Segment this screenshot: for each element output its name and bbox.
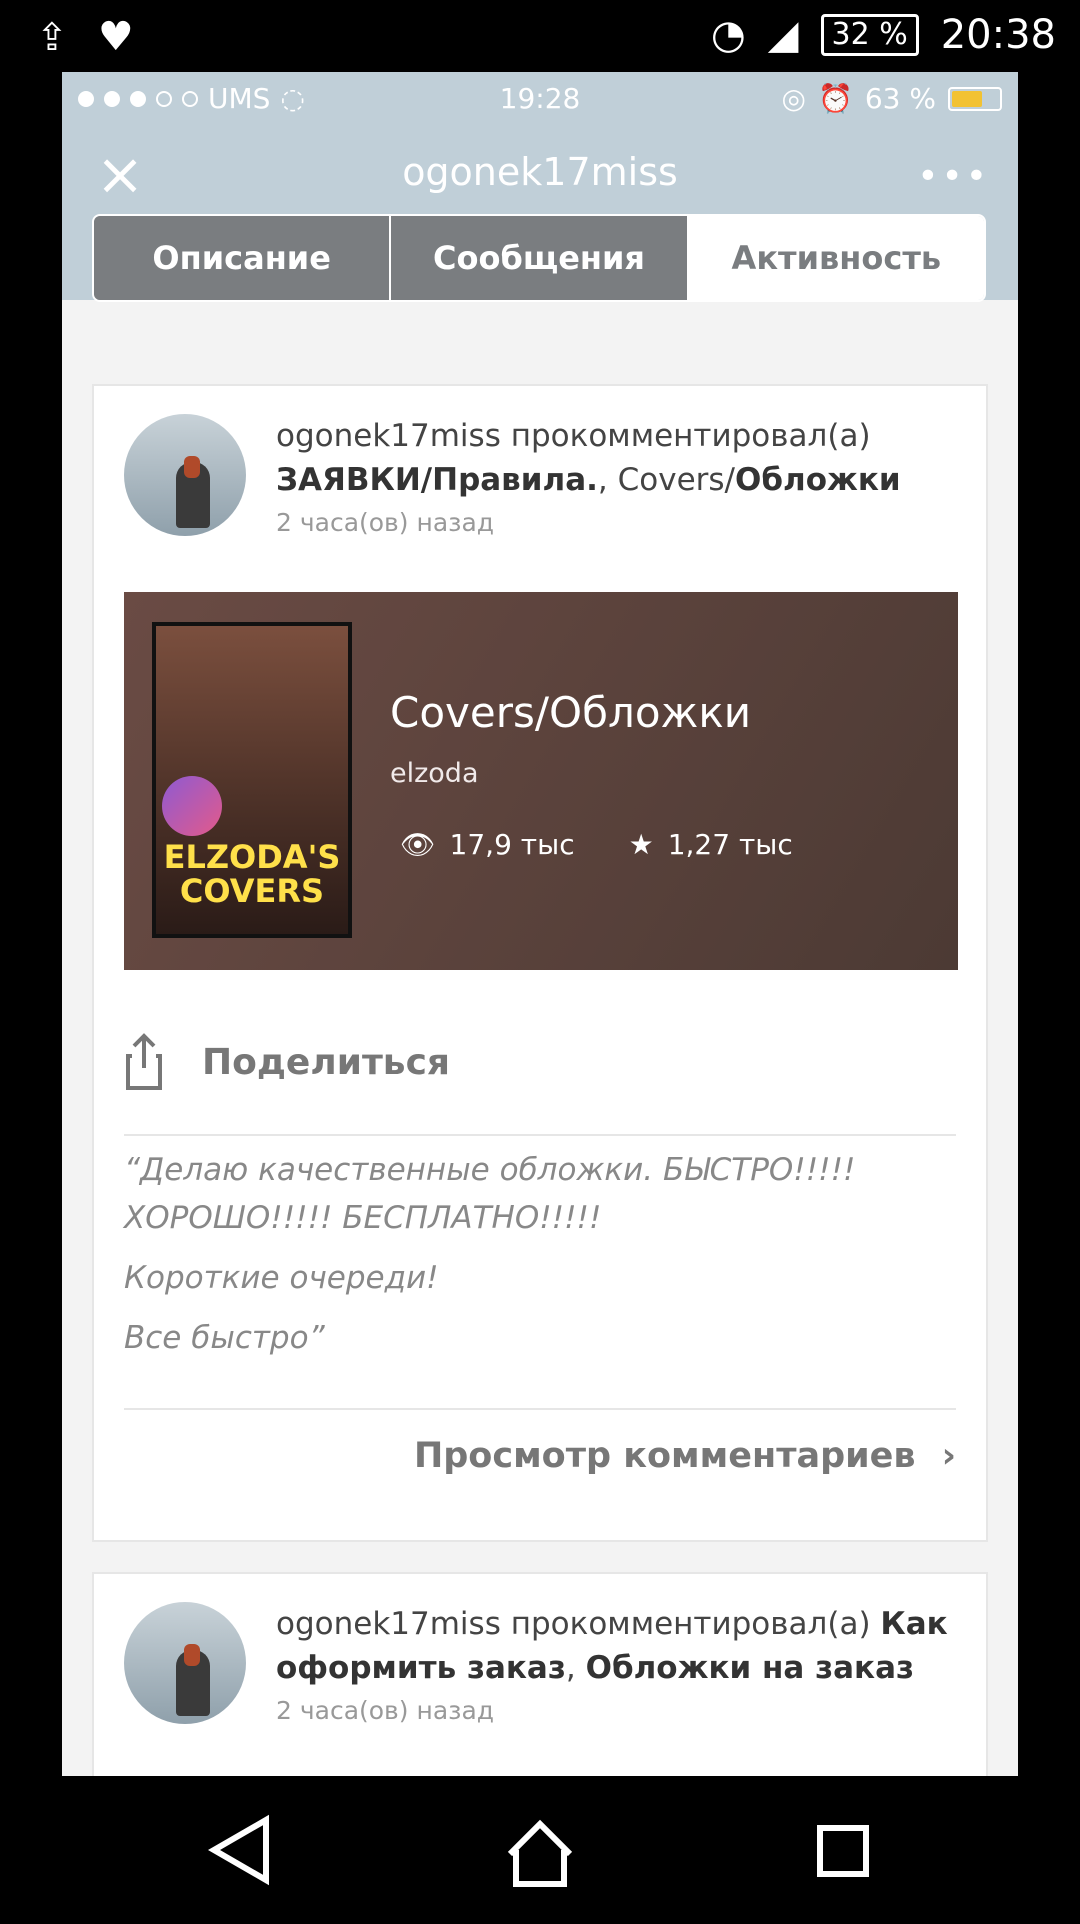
battery-percent: 63 % [864, 82, 936, 115]
activity-text: ogonek17miss прокомментировал(а) Как офо… [276, 1602, 956, 1690]
divider [124, 1408, 956, 1410]
votes-count: 1,27 тыс [667, 828, 793, 861]
activity-text: ogonek17miss прокомментировал(а) ЗАЯВКИ/… [276, 414, 956, 502]
wifi-icon: ◔ [710, 12, 746, 58]
home-icon[interactable] [507, 1819, 573, 1887]
more-options-icon[interactable]: ••• [917, 156, 990, 197]
activity-action: прокомментировал(а) [510, 418, 871, 454]
tab-bar: Описание Сообщения Активность [92, 214, 986, 302]
share-label: Поделиться [202, 1041, 451, 1083]
profile-header: × ogonek17miss ••• Описание Сообщения Ак… [62, 124, 1018, 302]
award-badge-icon [162, 776, 222, 836]
divider [124, 1134, 956, 1136]
quote-line: Короткие очереди! [124, 1260, 439, 1296]
view-comments-button[interactable]: Просмотр комментариев › [414, 1436, 956, 1476]
battery-icon [948, 86, 1002, 111]
story-cover[interactable]: ELZODA'S COVERS [152, 622, 352, 938]
tab-description[interactable]: Описание [94, 216, 392, 300]
story-preview[interactable]: ELZODA'S COVERS Covers/Обложки elzoda 👁 1… [124, 592, 958, 970]
timestamp: 2 часа(ов) назад [276, 508, 495, 537]
user-name[interactable]: ogonek17miss [276, 418, 501, 454]
activity-card: ogonek17miss прокомментировал(а) ЗАЯВКИ/… [92, 384, 988, 1542]
app-screenshot: UMS ◌ 19:28 ◎ ⏰ 63 % × ogonek17miss ••• … [62, 72, 1018, 1776]
star-icon: ★ [628, 828, 654, 861]
rotation-lock-icon: ◎ [781, 82, 806, 115]
android-status-bar: ⇪ ♥ ◔ ◢ 32 % 20:38 [0, 0, 1080, 72]
tab-activity[interactable]: Активность [688, 216, 984, 300]
ios-status-bar: UMS ◌ 19:28 ◎ ⏰ 63 % [62, 72, 1018, 124]
user-name[interactable]: ogonek17miss [276, 1606, 501, 1642]
story-link[interactable]: Обложки [735, 462, 901, 498]
separator: , Covers/ [597, 462, 735, 498]
android-navigation-bar [0, 1776, 1080, 1920]
eye-icon: 👁 [400, 828, 436, 861]
share-button[interactable]: Поделиться [124, 1012, 956, 1112]
signal-icon: ◢ [767, 12, 799, 58]
views-count: 17,9 тыс [449, 828, 575, 861]
quote-line: Все быстро” [124, 1320, 325, 1356]
avatar[interactable] [124, 414, 246, 536]
separator: , [565, 1650, 576, 1686]
usb-icon: ⇪ [36, 15, 68, 59]
story-author[interactable]: elzoda [390, 758, 479, 789]
story-title[interactable]: Covers/Обложки [390, 688, 751, 737]
comment-quote: “Делаю качественные обложки. БЫСТРО!!!!!… [124, 1146, 956, 1374]
timestamp: 2 часа(ов) назад [276, 1696, 495, 1725]
story-link[interactable]: Обложки на заказ [586, 1650, 914, 1686]
tab-messages[interactable]: Сообщения [391, 216, 689, 300]
back-icon[interactable] [207, 1814, 269, 1886]
chevron-right-icon: › [941, 1436, 956, 1476]
quote-line: “Делаю качественные обложки. БЫСТРО!!!!!… [124, 1152, 856, 1236]
clock-time: 20:38 [940, 12, 1056, 58]
activity-action: прокомментировал(а) [510, 1606, 871, 1642]
battery-indicator: 32 % [820, 14, 919, 56]
story-stats: 👁 17,9 тыс ★ 1,27 тыс [400, 828, 793, 861]
activity-card: ogonek17miss прокомментировал(а) Как офо… [92, 1572, 988, 1776]
heart-icon: ♥ [97, 14, 134, 60]
avatar[interactable] [124, 1602, 246, 1724]
share-icon [126, 1033, 162, 1090]
target-link[interactable]: ЗАЯВКИ/Правила. [276, 462, 598, 498]
recents-icon[interactable] [817, 1825, 869, 1877]
page-title: ogonek17miss [402, 150, 678, 194]
alarm-icon: ⏰ [817, 82, 853, 115]
cover-title: ELZODA'S COVERS [163, 838, 341, 910]
view-comments-label: Просмотр комментариев [413, 1436, 916, 1476]
